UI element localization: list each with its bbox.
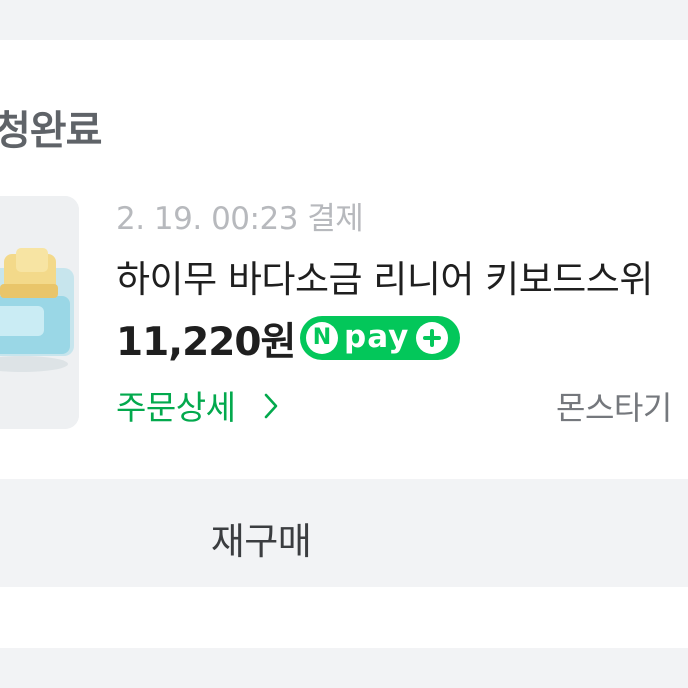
product-thumbnail[interactable]	[0, 196, 79, 429]
payment-date: 2. 19. 00:23 결제	[116, 201, 364, 237]
page: 청완료 2. 19. 00:23 결제 하이무 바다소금 리니어 키보드스위 1…	[0, 0, 688, 688]
product-name[interactable]: 하이무 바다소금 리니어 키보드스위	[116, 249, 653, 303]
order-status-title: 청완료	[0, 108, 102, 154]
chevron-right-icon[interactable]	[263, 393, 279, 419]
plus-icon	[416, 322, 448, 354]
npay-badge: N pay	[300, 316, 460, 360]
order-detail-link[interactable]: 주문상세	[116, 381, 236, 429]
npay-logo-letter: N	[306, 322, 338, 354]
rebuy-label: 재구매	[210, 520, 312, 563]
rebuy-button[interactable]: 재구매	[0, 479, 688, 587]
npay-text: pay	[344, 319, 410, 355]
keyboard-switch-image	[0, 196, 79, 429]
seller-name[interactable]: 몬스타기	[556, 383, 672, 429]
price: 11,220원	[116, 320, 296, 365]
